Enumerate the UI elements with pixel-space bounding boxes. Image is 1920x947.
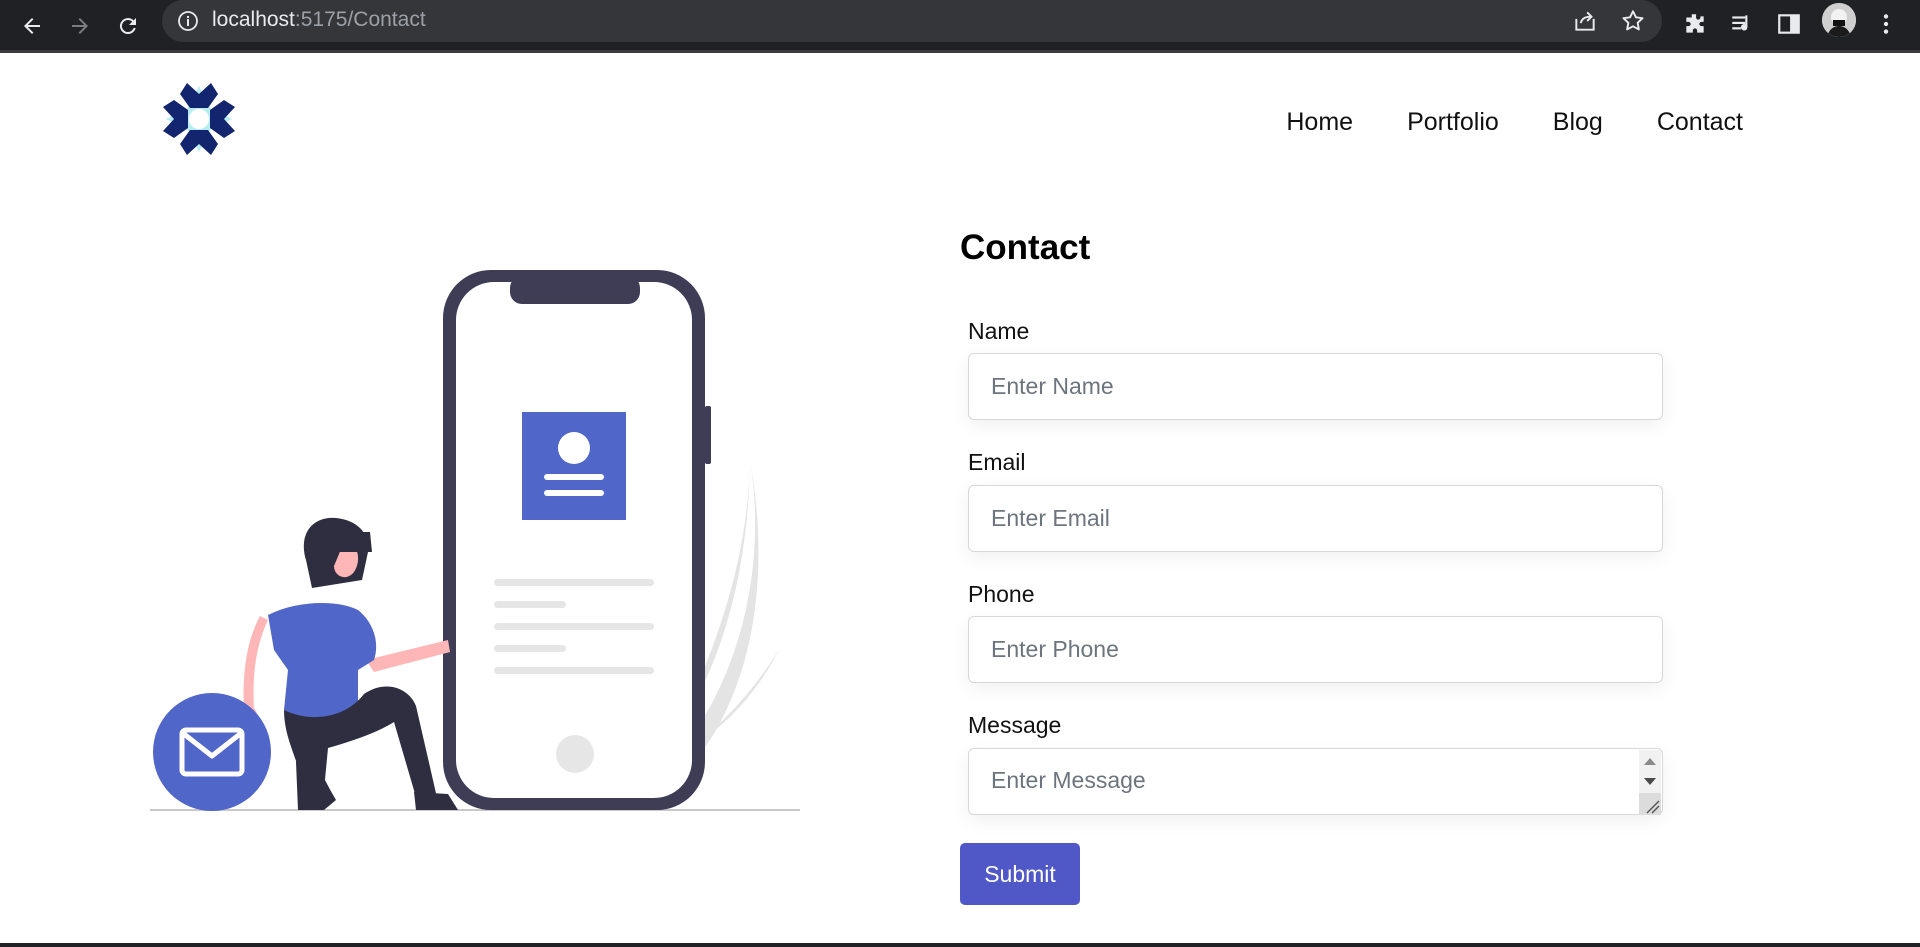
phone-input[interactable] [969, 617, 1662, 682]
back-icon[interactable] [12, 6, 52, 46]
name-field-wrapper [968, 353, 1663, 420]
site-logo[interactable] [160, 80, 238, 158]
side-panel-icon[interactable] [1771, 6, 1807, 42]
name-input[interactable] [969, 354, 1662, 419]
url-text: localhost:5175/Contact [212, 8, 426, 32]
nav-home[interactable]: Home [1286, 108, 1353, 137]
main-nav: Home Portfolio Blog Contact [1286, 108, 1743, 137]
share-icon[interactable] [1572, 8, 1598, 39]
message-label: Message [968, 712, 1062, 738]
nav-blog[interactable]: Blog [1553, 108, 1603, 137]
scroll-up-arrow-icon[interactable] [1644, 758, 1656, 765]
url-path: :5175/Contact [294, 8, 426, 31]
contact-title: Contact [960, 228, 1091, 267]
bookmark-star-icon[interactable] [1620, 8, 1646, 39]
url-host: localhost [212, 8, 295, 31]
toolbar-divider [0, 50, 1920, 53]
site-info-icon[interactable] [176, 9, 200, 33]
reload-icon[interactable] [108, 6, 148, 46]
submit-button[interactable]: Submit [960, 843, 1080, 905]
forward-icon[interactable] [60, 6, 100, 46]
email-label: Email [968, 449, 1026, 475]
profile-avatar[interactable] [1822, 3, 1856, 37]
email-input[interactable] [969, 486, 1662, 551]
name-label: Name [968, 318, 1030, 344]
email-field-wrapper [968, 485, 1663, 552]
menu-kebab-icon[interactable] [1868, 6, 1904, 42]
phone-field-wrapper [968, 616, 1663, 683]
browser-toolbar: localhost:5175/Contact [0, 0, 1920, 52]
textarea-scrollbar[interactable] [1639, 750, 1661, 815]
media-control-icon[interactable] [1724, 6, 1760, 42]
message-field-wrapper [968, 748, 1663, 815]
address-bar[interactable]: localhost:5175/Contact [162, 0, 1662, 42]
nav-contact[interactable]: Contact [1657, 108, 1743, 137]
extensions-icon[interactable] [1677, 6, 1713, 42]
message-textarea[interactable] [969, 749, 1662, 814]
page-bottom-edge [0, 943, 1920, 947]
resize-grip-icon[interactable] [1639, 793, 1661, 815]
nav-portfolio[interactable]: Portfolio [1407, 108, 1499, 137]
contact-illustration [148, 270, 800, 815]
scroll-down-arrow-icon[interactable] [1644, 778, 1656, 785]
phone-label: Phone [968, 581, 1035, 607]
